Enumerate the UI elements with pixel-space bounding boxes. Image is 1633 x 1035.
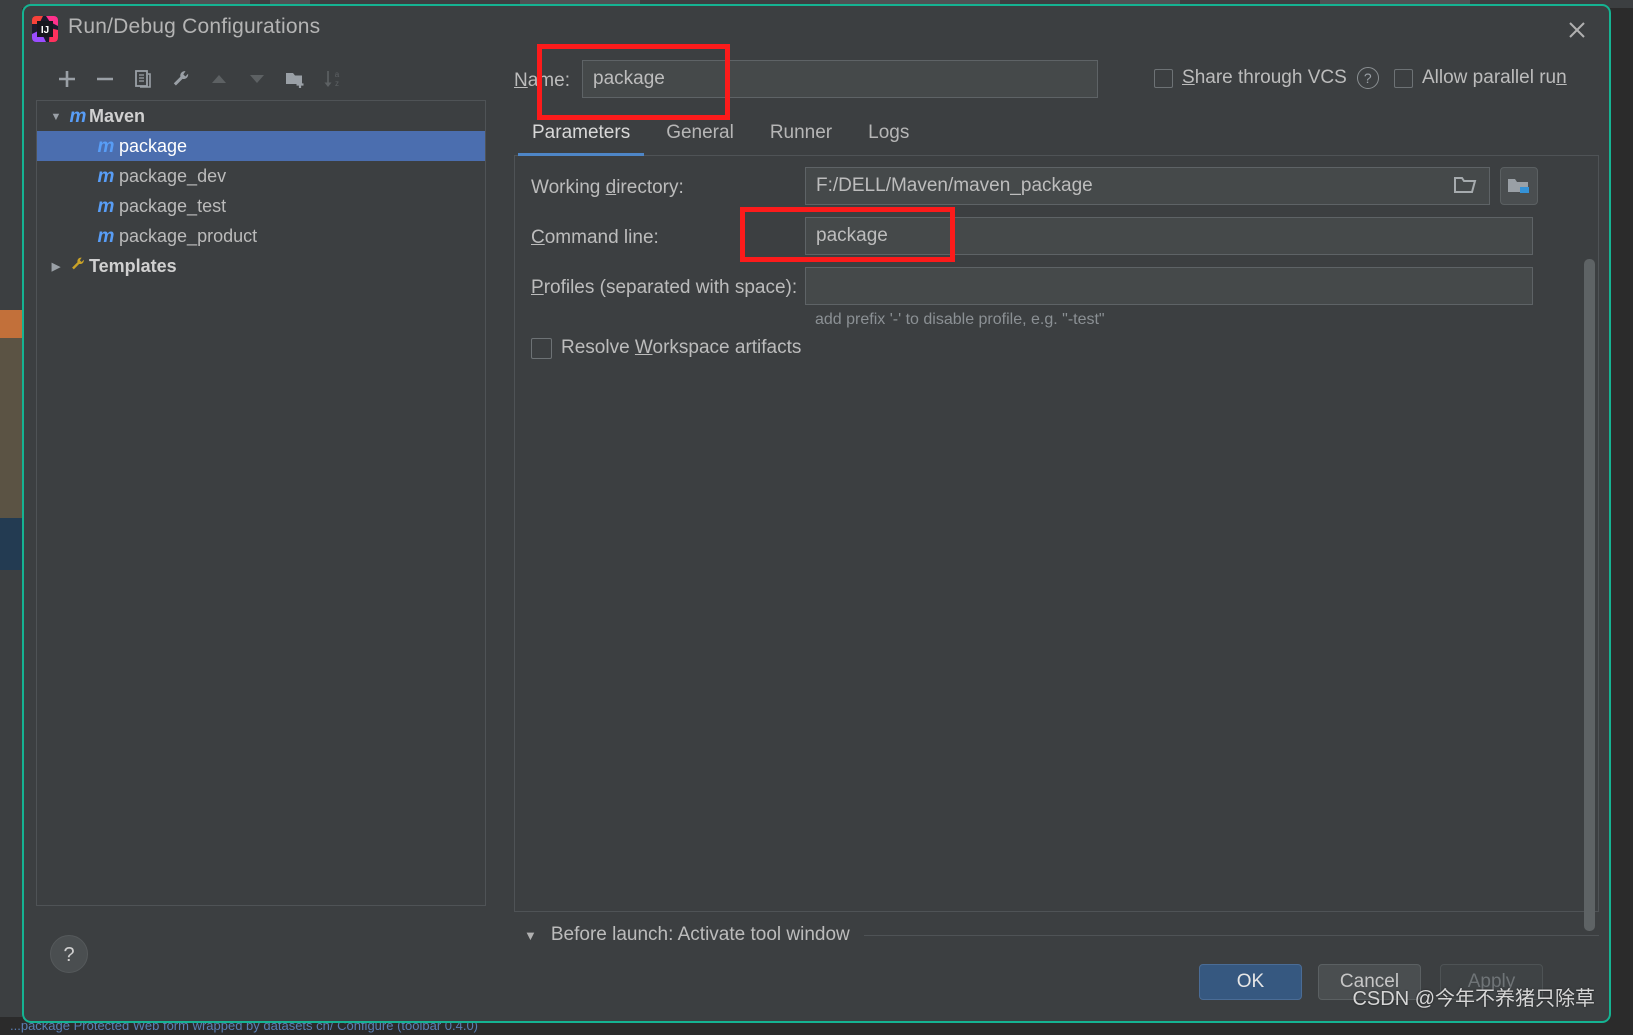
tree-item-package[interactable]: m package bbox=[37, 131, 485, 161]
ide-strip-segment bbox=[0, 0, 22, 145]
tree-item-label: package_product bbox=[119, 226, 258, 246]
name-input[interactable] bbox=[582, 60, 1098, 98]
module-folder-icon bbox=[1508, 179, 1529, 193]
add-configuration-button[interactable] bbox=[50, 62, 84, 96]
tree-item-label: package_dev bbox=[119, 166, 227, 186]
tree-item-package_dev[interactable]: m package_dev bbox=[37, 161, 485, 191]
sort-alphabetically-button[interactable]: a z bbox=[316, 62, 350, 96]
configuration-editor-panel: Name: Share through VCS ? Allow parallel… bbox=[502, 52, 1609, 1021]
new-folder-button[interactable] bbox=[278, 62, 312, 96]
command-line-label: Command line: bbox=[531, 227, 659, 248]
share-through-vcs-row: Share through VCS ? bbox=[1154, 67, 1379, 89]
resolve-workspace-artifacts-label: Resolve Workspace artifacts bbox=[561, 337, 802, 358]
name-row: Name: Share through VCS ? Allow parallel… bbox=[514, 60, 1599, 104]
svg-text:a: a bbox=[335, 70, 340, 79]
parameters-tab-content: Working directory: Command line: Profile… bbox=[514, 155, 1599, 931]
remove-configuration-button[interactable] bbox=[88, 62, 122, 96]
vertical-scrollbar-track[interactable] bbox=[1583, 259, 1596, 931]
command-line-input[interactable] bbox=[805, 217, 1533, 255]
ide-left-toolwindow-strip bbox=[0, 0, 22, 1035]
help-button[interactable]: ? bbox=[50, 935, 88, 973]
tree-toolbar: a z bbox=[32, 58, 494, 100]
chevron-down-icon[interactable]: ▼ bbox=[45, 102, 67, 132]
name-label: Name: bbox=[514, 70, 570, 91]
profiles-hint: add prefix '-' to disable profile, e.g. … bbox=[815, 311, 1105, 328]
working-directory-label: Working directory: bbox=[531, 177, 684, 198]
edit-templates-button[interactable] bbox=[164, 62, 198, 96]
maven-icon: m bbox=[97, 226, 115, 248]
maven-icon: m bbox=[97, 166, 115, 188]
ide-strip-segment bbox=[0, 338, 22, 518]
run-debug-configurations-dialog: IJ Run/Debug Configurations a z ▼ m Mave… bbox=[22, 4, 1611, 1023]
before-launch-label: Before launch: Activate tool window bbox=[550, 924, 850, 945]
tab-general[interactable]: General bbox=[648, 114, 752, 156]
tab-label: Parameters bbox=[532, 122, 631, 143]
close-icon[interactable] bbox=[1561, 14, 1593, 44]
move-down-button[interactable] bbox=[240, 62, 274, 96]
maven-icon: m bbox=[97, 136, 115, 158]
working-directory-input[interactable] bbox=[805, 167, 1490, 205]
profiles-input[interactable] bbox=[805, 267, 1533, 305]
dialog-title-bar: IJ Run/Debug Configurations bbox=[24, 6, 1609, 52]
profiles-label: Profiles (separated with space): bbox=[531, 277, 798, 298]
share-through-vcs-checkbox[interactable] bbox=[1154, 68, 1173, 88]
configurations-tree[interactable]: ▼ m Maven m package m package_dev m package_test… bbox=[36, 100, 486, 906]
vertical-scrollbar-thumb[interactable] bbox=[1584, 259, 1595, 931]
resolve-workspace-artifacts-row[interactable]: Resolve Workspace artifacts bbox=[531, 337, 801, 359]
ide-strip-orange-marker bbox=[0, 310, 22, 338]
tab-runner[interactable]: Runner bbox=[752, 114, 850, 156]
svg-text:IJ: IJ bbox=[41, 25, 49, 36]
chevron-down-icon[interactable]: ▼ bbox=[524, 928, 537, 943]
maven-icon: m bbox=[69, 106, 87, 128]
watermark-text: CSDN @今年不养猪只除草 bbox=[1352, 988, 1595, 1010]
name-label-rest: ame: bbox=[527, 70, 570, 91]
allow-parallel-run-checkbox[interactable] bbox=[1394, 68, 1413, 88]
editor-tabs: Parameters General Runner Logs bbox=[514, 114, 1599, 156]
tree-item-package_product[interactable]: m package_product bbox=[37, 221, 485, 251]
share-through-vcs-label: Share through VCS bbox=[1182, 67, 1347, 88]
tab-label: Logs bbox=[868, 122, 910, 143]
allow-parallel-run-row: Allow parallel run bbox=[1394, 67, 1567, 89]
before-launch-section[interactable]: ▼ Before launch: Activate tool window bbox=[514, 918, 1599, 952]
intellij-idea-icon: IJ bbox=[32, 16, 58, 42]
ide-strip-blue-marker bbox=[0, 518, 22, 570]
tree-item-label: Maven bbox=[89, 106, 146, 126]
copy-configuration-button[interactable] bbox=[126, 62, 160, 96]
configurations-panel: a z ▼ m Maven m package m package_dev m package_… bbox=[32, 52, 494, 1021]
tree-item-package_test[interactable]: m package_test bbox=[37, 191, 485, 221]
resolve-workspace-artifacts-checkbox[interactable] bbox=[531, 337, 552, 359]
tab-label: Runner bbox=[769, 122, 833, 143]
wrench-icon bbox=[67, 252, 89, 282]
allow-parallel-run-label: Allow parallel run bbox=[1422, 67, 1567, 88]
ide-strip-segment bbox=[0, 570, 22, 780]
move-up-button[interactable] bbox=[202, 62, 236, 96]
tab-label: General bbox=[666, 122, 734, 143]
dialog-title: Run/Debug Configurations bbox=[68, 15, 321, 38]
chevron-right-icon[interactable]: ▶ bbox=[45, 252, 67, 282]
tab-logs[interactable]: Logs bbox=[850, 114, 927, 156]
maven-icon: m bbox=[97, 196, 115, 218]
module-folder-button[interactable] bbox=[1500, 167, 1538, 205]
svg-text:z: z bbox=[335, 79, 339, 88]
ok-button[interactable]: OK bbox=[1199, 964, 1302, 1000]
tree-item-Templates[interactable]: ▶ Templates bbox=[37, 251, 485, 281]
tree-item-Maven[interactable]: ▼ m Maven bbox=[37, 101, 485, 131]
tree-item-label: Templates bbox=[89, 256, 177, 276]
tree-item-label: package bbox=[119, 136, 188, 156]
question-circle-icon[interactable]: ? bbox=[1356, 67, 1379, 89]
tree-item-label: package_test bbox=[119, 196, 227, 216]
folder-open-icon[interactable] bbox=[1453, 174, 1479, 201]
before-launch-separator bbox=[863, 934, 1599, 936]
tab-parameters[interactable]: Parameters bbox=[514, 114, 648, 156]
